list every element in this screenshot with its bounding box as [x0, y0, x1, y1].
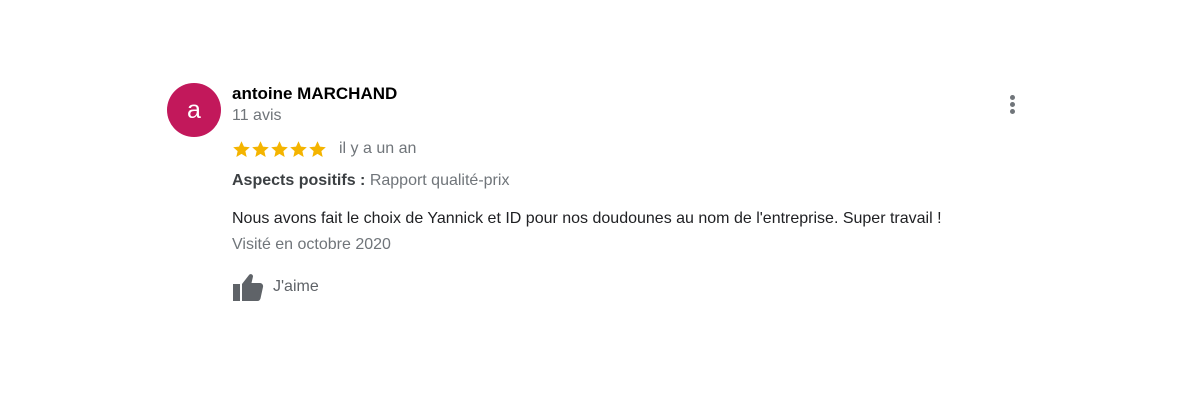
avatar[interactable]: a — [167, 83, 221, 137]
star-icon — [271, 140, 288, 157]
rating-row: il y a un an — [232, 138, 416, 160]
aspects-label: Aspects positifs : — [232, 172, 366, 189]
star-icon — [252, 140, 269, 157]
more-options-button[interactable] — [1000, 92, 1024, 118]
aspects-value: Rapport qualité-prix — [369, 172, 510, 189]
review-time: il y a un an — [339, 140, 417, 157]
visit-date: Visité en octobre 2020 — [232, 236, 391, 253]
like-button[interactable]: J'aime — [232, 272, 319, 302]
more-vertical-icon-dot — [1010, 102, 1015, 107]
more-vertical-icon-dot — [1010, 109, 1015, 114]
star-icon — [290, 140, 307, 157]
review-text: Nous avons fait le choix de Yannick et I… — [232, 210, 942, 227]
review-count: 11 avis — [232, 107, 282, 124]
more-vertical-icon — [1010, 95, 1015, 100]
author-name[interactable]: antoine MARCHAND — [232, 84, 397, 104]
star-icon — [233, 140, 250, 157]
star-rating — [232, 140, 327, 159]
aspects-positive: Aspects positifs : Rapport qualité-prix — [232, 172, 509, 190]
star-icon — [309, 140, 326, 157]
like-label: J'aime — [273, 278, 319, 295]
thumbs-up-icon — [233, 274, 264, 301]
review-card: a antoine MARCHAND 11 avis il y a un an … — [0, 0, 1200, 400]
